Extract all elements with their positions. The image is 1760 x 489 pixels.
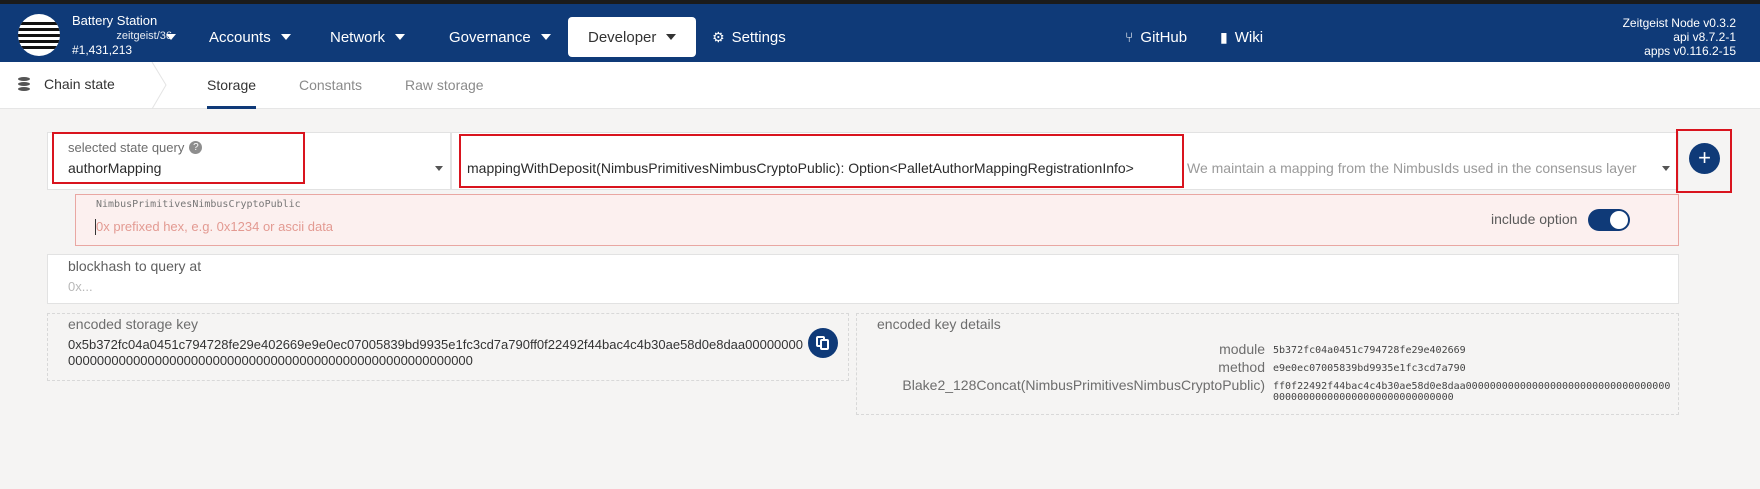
detail-value: e9e0ec07005839bd9935e1fc3cd7a790 [1273,363,1466,374]
nav-accounts[interactable]: Accounts [197,18,303,56]
nav-developer[interactable]: Developer [568,17,697,57]
chain-spec: zeitgeist/36 [116,30,172,42]
chevron-down-icon [666,34,677,40]
apps-version: apps v0.116.2-15 [1644,44,1736,58]
highlight-method [459,134,1184,188]
nav-accounts-label: Accounts [209,28,271,46]
highlight-module [52,132,305,184]
encoded-key-value[interactable]: 0x5b372fc04a0451c794728fe29e402669e9e0ec… [68,337,808,369]
chevron-down-icon [435,166,443,171]
nav-github-label: GitHub [1140,28,1188,46]
nav-settings[interactable]: ⚙ Settings [700,18,798,56]
chevron-down-icon [1662,166,1670,171]
node-name: Zeitgeist Node v0.3.2 [1622,16,1736,30]
tab-storage[interactable]: Storage [207,77,256,93]
nav-network-label: Network [330,28,386,46]
param-field: NimbusPrimitivesNimbusCryptoPublic inclu… [75,194,1679,246]
page-title: Chain state [18,76,115,92]
chain-selector[interactable]: Battery Station zeitgeist/36 #1,431,213 [72,13,172,57]
encoded-key-label: encoded storage key [68,316,198,332]
nav-wiki-label: Wiki [1234,28,1264,46]
node-info: Zeitgeist Node v0.3.2 api v8.7.2-1 apps … [1623,16,1736,58]
tab-raw-storage[interactable]: Raw storage [405,77,484,93]
plus-icon: + [1698,145,1711,170]
text-cursor [95,219,96,235]
encoded-key-box: encoded storage key 0x5b372fc04a0451c794… [47,313,849,381]
param-input[interactable] [96,219,696,234]
blockhash-field: blockhash to query at [47,254,1679,304]
block-number: #1,431,213 [72,43,133,57]
page-title-label: Chain state [44,76,115,92]
nav-github[interactable]: ⑂ GitHub [1113,18,1199,56]
blockhash-label: blockhash to query at [68,258,202,274]
nav-wiki[interactable]: ▮ Wiki [1208,18,1275,56]
nav-settings-label: Settings [731,28,786,46]
details-label: encoded key details [877,316,1001,332]
encoded-key-details: encoded key details module 5b372fc04a045… [856,313,1679,415]
detail-key: method [1218,359,1265,375]
sub-navbar: Chain state Storage Constants Raw storag… [0,62,1760,109]
toggle-knob [1610,211,1628,229]
detail-value: ff0f22492f44bac4c4b30ae58d0e8daa00000000… [1273,381,1671,403]
copy-button[interactable] [808,328,838,358]
detail-key: module [1219,341,1265,357]
api-version: api v8.7.2-1 [1673,30,1736,44]
include-option-toggle[interactable] [1588,209,1630,231]
nav-network[interactable]: Network [318,18,417,56]
chain-name: Battery Station [72,13,158,28]
chain-logo-icon[interactable] [18,14,60,56]
nav-developer-label: Developer [588,28,657,46]
nav-governance-label: Governance [449,28,531,46]
chevron-down-icon [280,34,291,40]
database-icon [18,77,30,91]
tab-constants[interactable]: Constants [299,77,362,93]
book-icon: ▮ [1220,28,1228,45]
nav-governance[interactable]: Governance [437,18,563,56]
active-tab-indicator [207,106,256,109]
chevron-down-icon [395,34,406,40]
blockhash-input[interactable] [68,279,468,294]
chevron-down-icon[interactable] [166,34,176,40]
chevron-down-icon [540,34,551,40]
detail-value: 5b372fc04a0451c794728fe29e402669 [1273,345,1466,356]
breadcrumb-divider [151,62,167,109]
detail-key: Blake2_128Concat(NimbusPrimitivesNimbusC… [902,377,1265,393]
param-label: NimbusPrimitivesNimbusCryptoPublic [96,199,301,210]
method-description: We maintain a mapping from the NimbusIds… [1187,160,1637,176]
branch-icon: ⑂ [1125,29,1134,45]
add-query-button[interactable]: + [1689,143,1720,174]
gear-icon: ⚙ [712,28,725,45]
top-navbar: Battery Station zeitgeist/36 #1,431,213 … [0,0,1760,62]
include-option-label: include option [1491,211,1578,227]
